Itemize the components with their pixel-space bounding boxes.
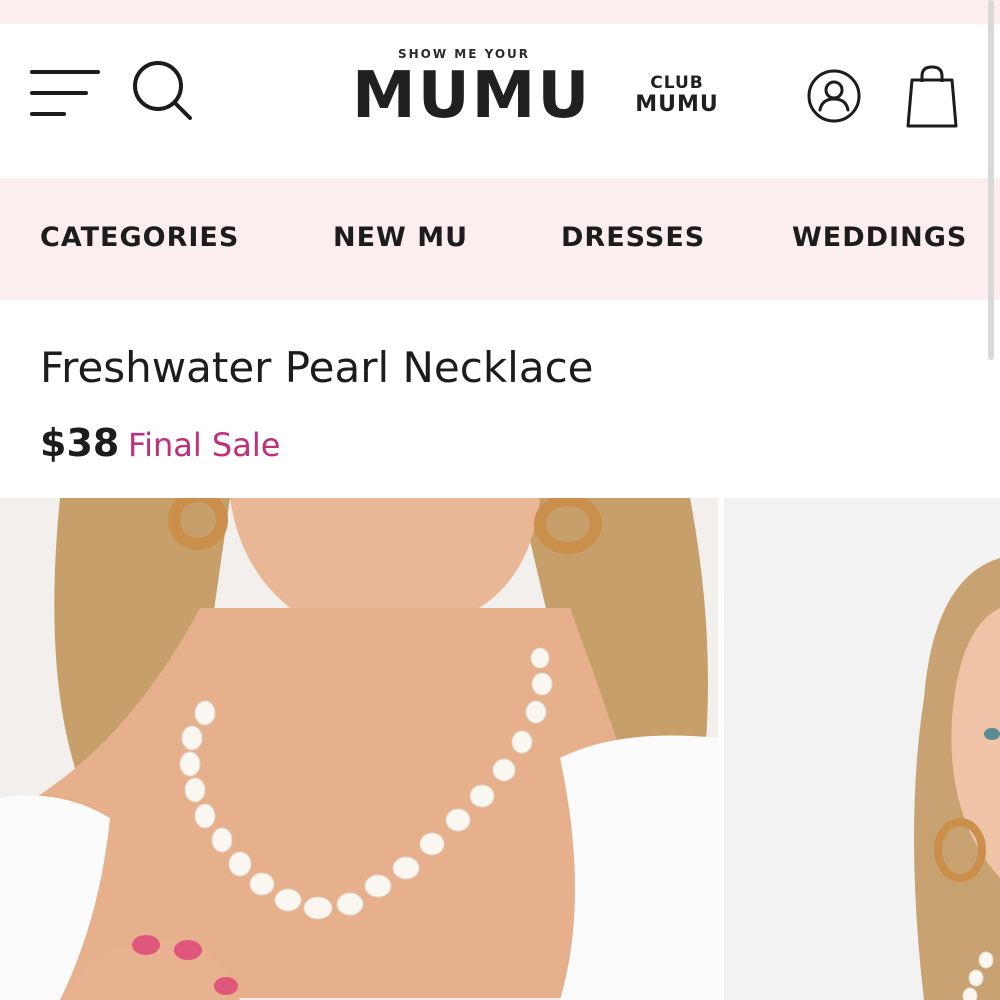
nav-item-weddings[interactable]: WEDDINGS (792, 220, 967, 256)
product-photo-main[interactable] (0, 498, 718, 1000)
product-info: Freshwater Pearl Necklace $38 Final Sale (0, 300, 1000, 498)
menu-icon[interactable] (30, 68, 100, 118)
nav-item-new-mu[interactable]: NEW MU (333, 220, 468, 256)
club-label-top: CLUB (650, 73, 704, 93)
club-mumu-link[interactable]: CLUB MUMU (630, 72, 724, 116)
product-gallery[interactable] (0, 498, 1000, 1000)
search-icon[interactable] (130, 58, 194, 122)
site-header: SHOW ME YOUR MUMU CLUB MUMU (0, 24, 1000, 178)
account-icon[interactable] (806, 68, 862, 124)
category-nav: CATEGORIES NEW MU DRESSES WEDDINGS (0, 178, 1000, 300)
final-sale-label: Final Sale (128, 426, 281, 464)
club-label-bottom: MUMU (635, 92, 719, 117)
model-photo-secondary-image (724, 498, 1000, 1000)
brand-logo[interactable]: SHOW ME YOUR MUMU (352, 46, 592, 136)
nav-item-dresses[interactable]: DRESSES (561, 220, 705, 256)
page-scrollbar[interactable] (988, 0, 994, 360)
nav-item-categories[interactable]: CATEGORIES (40, 220, 239, 256)
product-title: Freshwater Pearl Necklace (40, 343, 594, 392)
model-photo-image (0, 498, 718, 1000)
brand-name: MUMU (352, 59, 592, 133)
product-photo-secondary[interactable] (724, 498, 1000, 1000)
shopping-bag-icon[interactable] (904, 64, 960, 130)
product-price: $38 (40, 421, 120, 465)
promo-strip (0, 0, 1000, 24)
